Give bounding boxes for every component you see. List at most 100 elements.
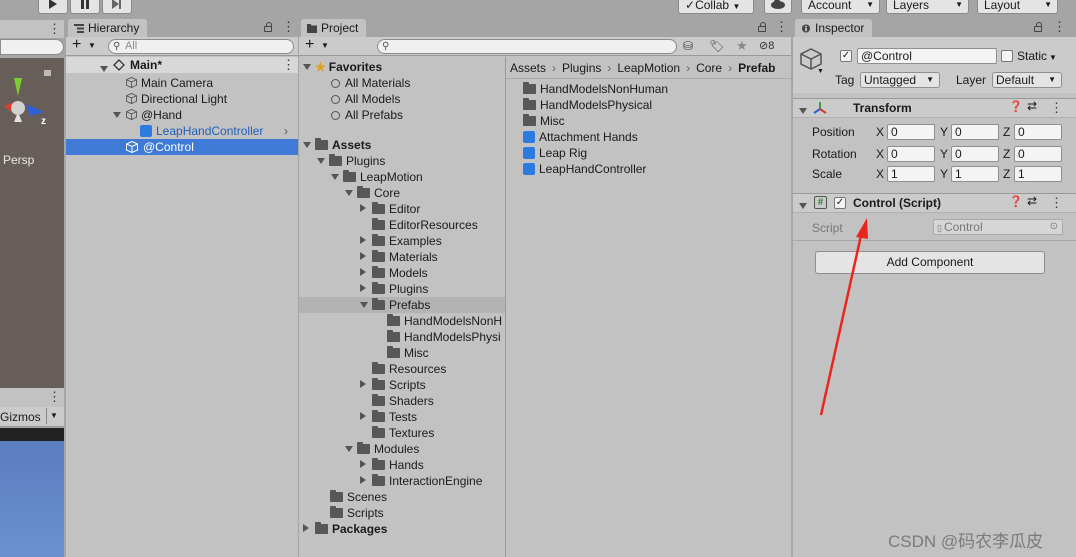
- static-dropdown[interactable]: Static ▼: [1017, 49, 1057, 63]
- layout-dropdown[interactable]: Layout ▼: [977, 0, 1058, 14]
- fold-arrow-icon[interactable]: [303, 524, 309, 532]
- object-picker-icon[interactable]: ⊙: [1050, 220, 1058, 234]
- game-viewport[interactable]: [0, 441, 64, 557]
- scene-gizmo-icon[interactable]: [0, 58, 64, 138]
- fold-arrow-icon[interactable]: [317, 158, 325, 164]
- dropdown-arrow-icon[interactable]: ▼: [817, 68, 824, 75]
- content-item[interactable]: Attachment Hands: [523, 129, 638, 145]
- rotation-y-input[interactable]: 0: [951, 146, 999, 162]
- tree-plugins-core[interactable]: Plugins: [360, 281, 428, 297]
- create-plus-icon[interactable]: +: [305, 36, 314, 54]
- scene-row-menu-icon[interactable]: [282, 57, 295, 73]
- hierarchy-item-leaphandcontroller[interactable]: LeapHandController ›: [140, 123, 298, 139]
- fold-arrow-icon[interactable]: [360, 236, 366, 244]
- tree-handmodelsnonhuman[interactable]: HandModelsNonH: [387, 313, 502, 329]
- fold-arrow-icon[interactable]: [303, 64, 311, 70]
- fold-arrow-icon[interactable]: [360, 380, 366, 388]
- tab-inspector[interactable]: Inspector: [795, 19, 873, 37]
- label-tag-icon[interactable]: 🏷: [709, 39, 724, 53]
- tree-shaders[interactable]: Shaders: [372, 393, 434, 409]
- tree-examples[interactable]: Examples: [360, 233, 442, 249]
- component-menu-icon[interactable]: [1050, 100, 1063, 116]
- breadcrumb-item[interactable]: Plugins: [562, 61, 601, 75]
- breadcrumb-item[interactable]: Assets: [510, 61, 546, 75]
- fold-arrow-icon[interactable]: [100, 62, 108, 76]
- fold-arrow-icon[interactable]: [360, 476, 366, 484]
- create-plus-icon[interactable]: +: [72, 36, 81, 54]
- tree-leapmotion[interactable]: LeapMotion: [331, 169, 423, 185]
- play-button[interactable]: [38, 0, 68, 14]
- lock-icon[interactable]: [264, 22, 272, 32]
- fold-arrow-icon[interactable]: [360, 284, 366, 292]
- fold-arrow-icon[interactable]: [799, 108, 807, 114]
- hierarchy-item-hand[interactable]: @Hand: [113, 107, 182, 123]
- tree-scripts-core[interactable]: Scripts: [360, 377, 426, 393]
- tree-scenes[interactable]: Scenes: [330, 489, 387, 505]
- fold-arrow-icon[interactable]: [799, 203, 807, 209]
- tree-misc[interactable]: Misc: [387, 345, 429, 361]
- presets-icon[interactable]: ⇄: [1027, 194, 1037, 208]
- fold-arrow-icon[interactable]: [360, 412, 366, 420]
- fold-arrow-icon[interactable]: [360, 302, 368, 308]
- tree-editorresources[interactable]: EditorResources: [372, 217, 478, 233]
- gizmos-dropdown[interactable]: Gizmos: [0, 410, 41, 424]
- scale-y-input[interactable]: 1: [951, 166, 999, 182]
- breadcrumb-item[interactable]: LeapMotion: [617, 61, 680, 75]
- tree-modules[interactable]: Modules: [345, 441, 419, 457]
- help-icon[interactable]: ❓: [1009, 195, 1023, 208]
- fold-arrow-icon[interactable]: [360, 460, 366, 468]
- project-menu-icon[interactable]: [775, 19, 788, 35]
- tree-hands[interactable]: Hands: [360, 457, 424, 473]
- tree-plugins[interactable]: Plugins: [317, 153, 385, 169]
- fold-arrow-icon[interactable]: [345, 446, 353, 452]
- content-item[interactable]: HandModelsPhysical: [523, 97, 652, 113]
- static-checkbox[interactable]: [1001, 50, 1013, 62]
- tree-core[interactable]: Core: [345, 185, 400, 201]
- dropdown-arrow-icon[interactable]: ▼: [88, 41, 96, 50]
- content-item[interactable]: Leap Rig: [523, 145, 587, 161]
- breadcrumb-item[interactable]: Core: [696, 61, 722, 75]
- lock-icon[interactable]: [1034, 22, 1042, 32]
- tree-packages[interactable]: Packages: [303, 521, 387, 537]
- content-item[interactable]: LeapHandController: [523, 161, 646, 177]
- scene-viewport[interactable]: z Persp: [0, 58, 64, 388]
- breadcrumb-item-current[interactable]: Prefab: [738, 61, 775, 75]
- search-by-type-icon[interactable]: ⛁: [683, 39, 703, 55]
- control-script-header[interactable]: # ✓ Control (Script) ❓ ⇄: [793, 193, 1076, 213]
- pause-button[interactable]: [70, 0, 100, 14]
- hierarchy-item-directional-light[interactable]: Directional Light: [126, 91, 227, 107]
- fold-arrow-icon[interactable]: [360, 204, 366, 212]
- component-enabled-checkbox[interactable]: ✓: [834, 197, 846, 209]
- rotation-z-input[interactable]: 0: [1014, 146, 1062, 162]
- fold-arrow-icon[interactable]: [331, 174, 339, 180]
- tree-textures[interactable]: Textures: [372, 425, 434, 441]
- tree-scripts[interactable]: Scripts: [330, 505, 384, 521]
- fold-arrow-icon[interactable]: [113, 107, 126, 123]
- tree-materials[interactable]: Materials: [360, 249, 438, 265]
- rotation-x-input[interactable]: 0: [887, 146, 935, 162]
- content-item[interactable]: HandModelsNonHuman: [523, 81, 668, 97]
- favorites-header[interactable]: ★ Favorites: [303, 59, 382, 75]
- inspector-menu-icon[interactable]: [1053, 19, 1066, 35]
- fold-arrow-icon[interactable]: [303, 142, 311, 148]
- scene-row[interactable]: Main*: [66, 57, 298, 73]
- position-x-input[interactable]: 0: [887, 124, 935, 140]
- tree-resources[interactable]: Resources: [372, 361, 446, 377]
- layer-dropdown[interactable]: Default ▼: [992, 72, 1062, 88]
- persp-label[interactable]: Persp: [3, 153, 34, 167]
- tree-tests[interactable]: Tests: [360, 409, 417, 425]
- favorite-all-prefabs[interactable]: All Prefabs: [331, 107, 403, 123]
- lock-icon[interactable]: [758, 22, 766, 32]
- collab-dropdown[interactable]: ✓Collab ▼: [678, 0, 754, 14]
- tag-dropdown[interactable]: Untagged ▼: [860, 72, 940, 88]
- component-menu-icon[interactable]: [1050, 195, 1063, 211]
- scale-z-input[interactable]: 1: [1014, 166, 1062, 182]
- content-item[interactable]: Misc: [523, 113, 565, 129]
- tree-assets[interactable]: Assets: [303, 137, 371, 153]
- help-icon[interactable]: ❓: [1009, 100, 1023, 113]
- tree-prefabs-selected[interactable]: Prefabs: [299, 297, 505, 313]
- favorite-all-materials[interactable]: All Materials: [331, 75, 410, 91]
- transform-header[interactable]: Transform ❓ ⇄: [793, 98, 1076, 118]
- scene-menu-icon[interactable]: [48, 21, 61, 37]
- active-checkbox[interactable]: ✓: [840, 50, 852, 62]
